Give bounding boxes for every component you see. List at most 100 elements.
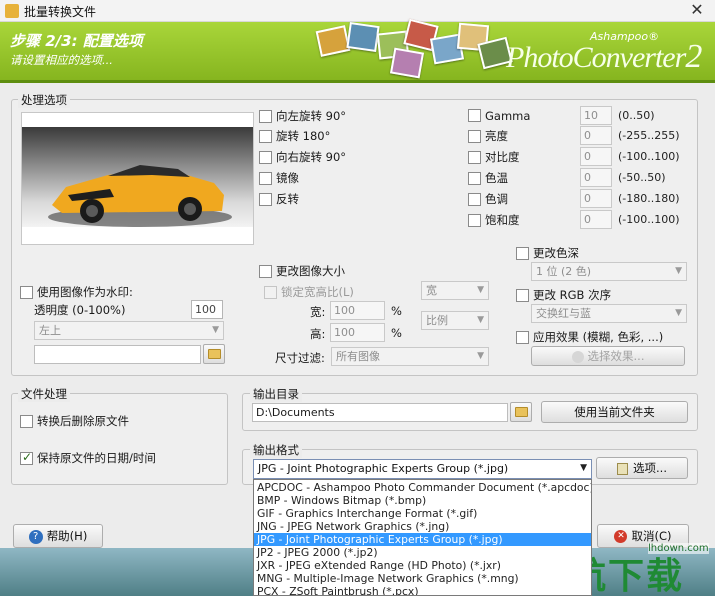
resize-label: 更改图像大小 — [276, 264, 345, 278]
rotate-180-label: 旋转 180° — [276, 129, 331, 143]
output-directory-input[interactable]: D:\Documents — [252, 403, 508, 422]
use-current-folder-button[interactable]: 使用当前文件夹 — [541, 401, 688, 423]
brightness-input[interactable]: 0 — [580, 126, 612, 145]
rotate-right-label: 向右旋转 90° — [276, 150, 347, 164]
saturation-checkbox[interactable] — [468, 213, 481, 227]
width-unit-value: 宽 — [426, 284, 437, 297]
watermark-option[interactable]: 使用图像作为水印: — [20, 284, 133, 300]
color-temperature-option[interactable]: 色温 — [468, 170, 508, 186]
scale-mode-select[interactable]: 比例 ▼ — [421, 311, 489, 330]
rotate-right-checkbox[interactable] — [259, 150, 272, 164]
saturation-input[interactable]: 0 — [580, 210, 612, 229]
step-title: 步骤 2/3: 配置选项 — [10, 32, 143, 50]
hue-input[interactable]: 0 — [580, 189, 612, 208]
gamma-option[interactable]: Gamma — [468, 108, 530, 123]
delete-original-option[interactable]: 转换后删除原文件 — [20, 413, 129, 429]
watermark-file-input[interactable] — [34, 345, 201, 364]
rotate-right-option[interactable]: 向右旋转 90° — [259, 149, 346, 165]
watermark-position-select[interactable]: 左上 ▼ — [34, 321, 224, 340]
format-option-selected[interactable]: JPG - Joint Photographic Experts Group (… — [254, 533, 591, 546]
height-label: 高: — [310, 327, 326, 341]
chevron-down-icon: ▼ — [580, 463, 587, 473]
format-option[interactable]: APCDOC - Ashampoo Photo Commander Docume… — [254, 481, 591, 494]
height-input[interactable]: 100 — [330, 323, 385, 342]
rgb-order-select[interactable]: 交换红与蓝 ▼ — [531, 304, 687, 323]
lock-aspect-option[interactable]: 锁定宽高比(L) — [264, 284, 354, 300]
mirror-option[interactable]: 镜像 — [259, 170, 299, 186]
format-option[interactable]: GIF - Graphics Interchange Format (*.gif… — [254, 507, 591, 520]
rotate-left-checkbox[interactable] — [259, 109, 272, 123]
watermark-position-value: 左上 — [39, 324, 61, 337]
watermark-checkbox[interactable] — [20, 285, 33, 299]
product-version: 2 — [685, 38, 702, 75]
contrast-label: 对比度 — [485, 150, 520, 164]
format-option[interactable]: JNG - JPEG Network Graphics (*.jng) — [254, 520, 591, 533]
format-option[interactable]: MNG - Multiple-Image Network Graphics (*… — [254, 572, 591, 585]
rgb-order-option[interactable]: 更改 RGB 次序 — [516, 287, 611, 303]
color-depth-checkbox[interactable] — [516, 246, 529, 260]
format-option[interactable]: JXR - JPEG eXtended Range (HD Photo) (*.… — [254, 559, 591, 572]
height-unit: % — [391, 326, 402, 340]
opacity-input[interactable]: 100 — [191, 300, 223, 319]
output-format-dropdown: APCDOC - Ashampoo Photo Commander Docume… — [253, 479, 592, 596]
keep-date-checkbox[interactable] — [20, 450, 33, 465]
brightness-option[interactable]: 亮度 — [468, 128, 508, 144]
format-options-label: 选项... — [633, 461, 667, 475]
help-button[interactable]: ? 帮助(H) — [13, 524, 103, 548]
mirror-checkbox[interactable] — [259, 171, 272, 185]
product-logo: PhotoConverter2 — [506, 38, 702, 76]
format-option[interactable]: JP2 - JPEG 2000 (*.jp2) — [254, 546, 591, 559]
output-format-select[interactable]: JPG - Joint Photographic Experts Group (… — [253, 459, 592, 479]
rotate-180-option[interactable]: 旋转 180° — [259, 128, 330, 144]
effects-icon — [571, 350, 584, 363]
effects-option[interactable]: 应用效果 (模糊, 色彩, ...) — [516, 329, 663, 345]
rgb-order-value: 交换红与蓝 — [536, 307, 591, 320]
options-icon — [617, 462, 629, 475]
rotate-left-option[interactable]: 向左旋转 90° — [259, 108, 346, 124]
hue-checkbox[interactable] — [468, 192, 481, 206]
contrast-option[interactable]: 对比度 — [468, 149, 520, 165]
chevron-down-icon: ▼ — [212, 325, 219, 335]
flip-option[interactable]: 反转 — [259, 191, 299, 207]
hue-option[interactable]: 色调 — [468, 191, 508, 207]
effects-checkbox[interactable] — [516, 330, 529, 344]
lock-aspect-checkbox[interactable] — [264, 285, 277, 299]
rotate-left-label: 向左旋转 90° — [276, 109, 347, 123]
resize-checkbox[interactable] — [259, 264, 272, 278]
format-option[interactable]: BMP - Windows Bitmap (*.bmp) — [254, 494, 591, 507]
delete-original-checkbox[interactable] — [20, 414, 33, 428]
car-preview-image — [22, 127, 253, 227]
width-input[interactable]: 100 — [330, 301, 385, 320]
size-filter-select[interactable]: 所有图像 ▼ — [331, 347, 489, 366]
rgb-order-checkbox[interactable] — [516, 288, 529, 302]
watermark-browse-button[interactable] — [203, 344, 225, 364]
saturation-range: (-100..100) — [618, 213, 680, 226]
color-depth-select[interactable]: 1 位 (2 色) ▼ — [531, 262, 687, 281]
flip-checkbox[interactable] — [259, 192, 272, 206]
file-handling-group — [11, 393, 228, 485]
width-unit-select[interactable]: 宽 ▼ — [421, 281, 489, 300]
color-depth-option[interactable]: 更改色深 — [516, 245, 579, 261]
rotate-180-checkbox[interactable] — [259, 129, 272, 143]
size-filter-label: 尺寸过滤: — [275, 351, 325, 365]
select-effects-label: 选择效果... — [587, 349, 645, 363]
gamma-input[interactable]: 10 — [580, 106, 612, 125]
output-directory-browse-button[interactable] — [510, 402, 532, 422]
contrast-checkbox[interactable] — [468, 150, 481, 164]
brightness-checkbox[interactable] — [468, 129, 481, 143]
select-effects-button[interactable]: 选择效果... — [531, 346, 685, 366]
chevron-down-icon: ▼ — [477, 285, 484, 295]
format-option[interactable]: PCX - ZSoft Paintbrush (*.pcx) — [254, 585, 591, 595]
gamma-checkbox[interactable] — [468, 109, 481, 122]
keep-date-option[interactable]: 保持原文件的日期/时间 — [20, 450, 156, 466]
output-directory-label: 输出目录 — [250, 386, 302, 402]
file-handling-label: 文件处理 — [18, 386, 70, 402]
color-temperature-input[interactable]: 0 — [580, 168, 612, 187]
format-options-button[interactable]: 选项... — [596, 457, 688, 479]
color-temperature-checkbox[interactable] — [468, 171, 481, 185]
resize-option[interactable]: 更改图像大小 — [259, 263, 345, 279]
flip-label: 反转 — [276, 192, 299, 206]
contrast-input[interactable]: 0 — [580, 147, 612, 166]
saturation-option[interactable]: 饱和度 — [468, 212, 520, 228]
close-icon[interactable]: ✕ — [682, 0, 712, 20]
